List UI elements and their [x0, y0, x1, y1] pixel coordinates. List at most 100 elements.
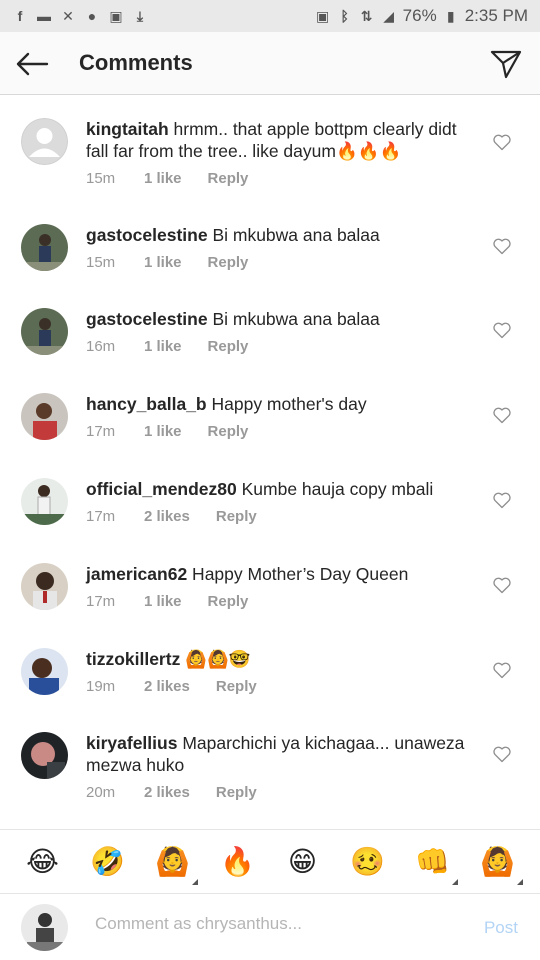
- reply-button[interactable]: Reply: [216, 678, 257, 695]
- comment-meta: 17m 1 like Reply: [86, 593, 248, 610]
- reply-button[interactable]: Reply: [216, 508, 257, 525]
- avatar[interactable]: [21, 478, 68, 525]
- avatar[interactable]: [21, 563, 68, 610]
- post-button[interactable]: Post: [484, 918, 518, 938]
- avatar[interactable]: [21, 732, 68, 779]
- username[interactable]: gastocelestine: [86, 225, 208, 245]
- signal-icon: ◢: [383, 7, 395, 24]
- timestamp: 20m: [86, 784, 116, 801]
- emoji-fire[interactable]: 🔥: [220, 845, 255, 879]
- skin-tone-indicator: [191, 878, 198, 885]
- skin-tone-indicator: [516, 878, 523, 885]
- page-title: Comments: [79, 50, 193, 75]
- nfc-icon: ▣: [316, 7, 330, 24]
- download-icon: ⤓: [136, 7, 144, 24]
- direct-send-icon: [490, 50, 522, 79]
- timestamp: 17m: [86, 593, 116, 610]
- username[interactable]: gastocelestine: [86, 309, 208, 329]
- comment-text: kingtaitah hrmm.. that apple bottpm clea…: [86, 119, 457, 161]
- image-icon: ▣: [109, 7, 123, 24]
- timestamp: 16m: [86, 338, 116, 355]
- like-count[interactable]: 2 likes: [144, 678, 190, 695]
- header: Comments: [0, 32, 540, 95]
- comment-composer: Post: [0, 893, 540, 960]
- avatar[interactable]: [21, 118, 68, 165]
- notification-icons: f ▬ ✕ ● ▣ ⤓: [12, 7, 148, 25]
- like-count[interactable]: 1 like: [144, 170, 182, 187]
- comment-text: jamerican62 Happy Mother’s Day Queen: [86, 564, 409, 584]
- comment-meta: 15m 1 like Reply: [86, 254, 248, 271]
- heart-icon[interactable]: [492, 320, 512, 340]
- comment-text: kiryafellius Maparchichi ya kichagaa... …: [86, 733, 465, 775]
- data-icon: ⇅: [360, 7, 373, 24]
- whatsapp-icon: ●: [87, 8, 97, 24]
- timestamp: 15m: [86, 170, 116, 187]
- avatar[interactable]: [21, 308, 68, 355]
- status-bar: f ▬ ✕ ● ▣ ⤓ ▣ ᛒ ⇅ ◢ 76% ▮ 2:35 PM: [0, 0, 540, 32]
- emoji-woozy[interactable]: 🥴: [350, 845, 385, 879]
- timestamp: 15m: [86, 254, 116, 271]
- bluetooth-icon: ᛒ: [340, 8, 349, 24]
- like-count[interactable]: 2 likes: [144, 508, 190, 525]
- heart-icon[interactable]: [492, 660, 512, 680]
- emoji-rofl[interactable]: 🤣: [90, 845, 125, 879]
- comment-text: tizzokillertz 🙆🙆🤓: [86, 649, 251, 669]
- comment-meta: 19m 2 likes Reply: [86, 678, 257, 695]
- heart-icon[interactable]: [492, 490, 512, 510]
- comment-text: gastocelestine Bi mkubwa ana balaa: [86, 225, 380, 245]
- comment-input[interactable]: [95, 914, 445, 934]
- system-icons: ▣ ᛒ ⇅ ◢ 76% ▮ 2:35 PM: [315, 6, 528, 26]
- reply-button[interactable]: Reply: [208, 593, 249, 610]
- heart-icon[interactable]: [492, 405, 512, 425]
- battery-icon: ▮: [446, 7, 455, 24]
- heart-icon[interactable]: [492, 744, 512, 764]
- timestamp: 17m: [86, 508, 116, 525]
- emoji-gesture-ok-2[interactable]: 🙆: [480, 845, 523, 885]
- battery-percent: 76%: [402, 6, 437, 25]
- timestamp: 19m: [86, 678, 116, 695]
- timestamp: 17m: [86, 423, 116, 440]
- share-button[interactable]: [486, 44, 526, 84]
- username[interactable]: tizzokillertz: [86, 649, 180, 669]
- avatar[interactable]: [21, 648, 68, 695]
- emoji-fist[interactable]: 👊: [415, 845, 458, 885]
- emoji-quick-bar: 😂 🤣 🙆 🔥 😁 🥴 👊 🙆: [0, 829, 540, 893]
- reply-button[interactable]: Reply: [208, 170, 249, 187]
- message-icon: ▬: [37, 8, 51, 24]
- like-count[interactable]: 2 likes: [144, 784, 190, 801]
- avatar[interactable]: [21, 393, 68, 440]
- comment-meta: 20m 2 likes Reply: [86, 784, 257, 801]
- missed-call-icon: ✕: [62, 7, 74, 24]
- username[interactable]: jamerican62: [86, 564, 187, 584]
- avatar[interactable]: [21, 904, 68, 951]
- like-count[interactable]: 1 like: [144, 338, 182, 355]
- like-count[interactable]: 1 like: [144, 423, 182, 440]
- emoji-gesture-ok[interactable]: 🙆: [155, 845, 198, 885]
- username[interactable]: kingtaitah: [86, 119, 169, 139]
- heart-icon[interactable]: [492, 236, 512, 256]
- comment-text: hancy_balla_b Happy mother's day: [86, 394, 367, 414]
- username[interactable]: hancy_balla_b: [86, 394, 207, 414]
- avatar[interactable]: [21, 224, 68, 271]
- heart-icon[interactable]: [492, 575, 512, 595]
- back-button[interactable]: [12, 44, 52, 84]
- reply-button[interactable]: Reply: [208, 423, 249, 440]
- username[interactable]: official_mendez80: [86, 479, 237, 499]
- comment-meta: 16m 1 like Reply: [86, 338, 248, 355]
- emoji-laughing-tears[interactable]: 😂: [26, 845, 60, 879]
- comment-meta: 17m 2 likes Reply: [86, 508, 257, 525]
- reply-button[interactable]: Reply: [216, 784, 257, 801]
- heart-icon[interactable]: [492, 132, 512, 152]
- comment-text: gastocelestine Bi mkubwa ana balaa: [86, 309, 380, 329]
- comment-text: official_mendez80 Kumbe hauja copy mbali: [86, 479, 434, 499]
- reply-button[interactable]: Reply: [208, 338, 249, 355]
- comment-meta: 15m 1 like Reply: [86, 170, 248, 187]
- like-count[interactable]: 1 like: [144, 254, 182, 271]
- like-count[interactable]: 1 like: [144, 593, 182, 610]
- skin-tone-indicator: [451, 878, 458, 885]
- reply-button[interactable]: Reply: [208, 254, 249, 271]
- username[interactable]: kiryafellius: [86, 733, 177, 753]
- comments-list[interactable]: kingtaitah hrmm.. that apple bottpm clea…: [0, 96, 540, 828]
- emoji-grin[interactable]: 😁: [286, 845, 320, 879]
- default-avatar-icon: [21, 118, 68, 165]
